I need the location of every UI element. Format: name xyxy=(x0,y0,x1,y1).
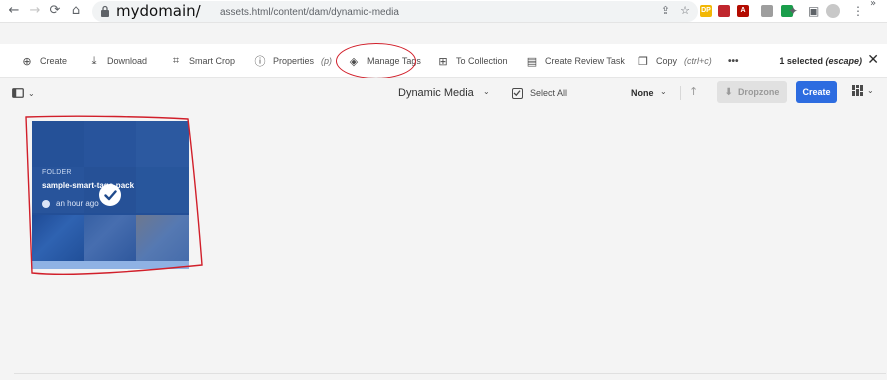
action-label: To Collection xyxy=(456,56,508,66)
action-bar: ⊕ Create ⤓ Download ⌗ Smart Crop ⓘ Properties (p… xyxy=(0,44,887,78)
action-properties-button[interactable]: ⓘ Properties (p) xyxy=(254,53,333,69)
page-title[interactable]: Dynamic Media xyxy=(398,86,474,100)
dropzone-button[interactable]: ⬇ Dropzone xyxy=(717,81,787,103)
action-download-button[interactable]: ⤓ Download xyxy=(88,53,147,69)
copy-icon: ❐ xyxy=(638,54,648,68)
dropzone-label: Dropzone xyxy=(737,87,780,97)
selection-count-label: 1 selected xyxy=(779,56,823,66)
shortcut-hint: (ctrl+c) xyxy=(684,56,712,66)
card-view-icon xyxy=(852,85,863,96)
select-all-label: Select All xyxy=(530,88,568,98)
select-all-button[interactable]: Select All xyxy=(512,86,567,100)
annotation-circle-manage-tags xyxy=(336,43,416,79)
extension-dp-icon[interactable]: DP xyxy=(700,5,712,17)
rail-toggle-button[interactable]: ⌄ xyxy=(12,88,35,98)
side-panel-icon[interactable]: ▣ xyxy=(808,3,819,19)
action-to-collection-button[interactable]: ⊞ To Collection xyxy=(437,53,508,69)
content-toolbar: ⌄ Dynamic Media ⌄ Select All None ⌄ ↑ ⬇ … xyxy=(0,78,887,108)
extensions-puzzle-icon[interactable]: ✦ xyxy=(788,3,798,19)
action-label: Copy xyxy=(656,56,678,66)
sort-dropdown[interactable]: None xyxy=(631,86,654,100)
url-domain: mydomain/ xyxy=(116,2,201,20)
action-label: Create xyxy=(40,56,68,66)
action-label: Smart Crop xyxy=(189,56,236,66)
view-chevron-down-icon: ⌄ xyxy=(867,86,874,95)
profile-avatar[interactable] xyxy=(826,4,840,18)
action-label: Create Review Task xyxy=(545,56,625,66)
sort-chevron-down-icon[interactable]: ⌄ xyxy=(660,88,667,96)
extension-red-icon[interactable] xyxy=(718,5,730,17)
home-icon[interactable]: ⌂ xyxy=(68,3,84,19)
browser-toolbar: ← → ⟳ ⌂ mydomain/ assets.html/content/da… xyxy=(0,0,887,23)
rail-icon xyxy=(12,88,24,98)
address-bar[interactable]: mydomain/ assets.html/content/dam/dynami… xyxy=(92,1,698,22)
chevron-down-icon: ⌄ xyxy=(28,88,35,98)
download-arrow-icon: ⬇ xyxy=(724,86,733,98)
share-icon[interactable]: ⇪ xyxy=(661,5,670,17)
selection-count: 1 selected (escape) xyxy=(779,53,862,69)
crop-icon: ⌗ xyxy=(172,54,180,67)
plus-circle-icon: ⊕ xyxy=(22,54,32,68)
action-smart-crop-button[interactable]: ⌗ Smart Crop xyxy=(170,53,235,69)
create-button[interactable]: Create xyxy=(796,81,837,103)
more-actions-button[interactable]: ••• xyxy=(728,53,739,69)
action-label: Download xyxy=(107,56,148,66)
forward-icon[interactable]: → xyxy=(27,3,43,19)
divider xyxy=(680,86,681,100)
action-copy-button[interactable]: ❐ Copy (ctrl+c) xyxy=(637,53,712,69)
shortcut-hint: (p) xyxy=(321,56,333,66)
download-icon: ⤓ xyxy=(91,54,97,67)
chrome-menu-icon[interactable]: ⋮ xyxy=(852,3,864,19)
info-icon: ⓘ xyxy=(254,55,266,68)
escape-hint: (escape) xyxy=(825,56,862,66)
action-label: Properties xyxy=(273,56,315,66)
lock-icon xyxy=(101,5,109,17)
more-bookmarks-icon[interactable]: » xyxy=(870,0,876,12)
checkbox-icon xyxy=(512,87,523,99)
extension-acrobat-icon[interactable]: A xyxy=(737,5,749,17)
action-create-review-task-button[interactable]: ▤ Create Review Task xyxy=(526,53,625,69)
bookmark-star-icon[interactable]: ☆ xyxy=(680,5,690,17)
close-selection-button[interactable]: ✕ xyxy=(867,52,879,68)
sort-direction-icon[interactable]: ↑ xyxy=(689,85,698,99)
annotation-outline-folder xyxy=(25,115,203,275)
action-create-button[interactable]: ⊕ Create xyxy=(21,53,67,69)
url-path: assets.html/content/dam/dynamic-media xyxy=(220,7,399,18)
review-task-icon: ▤ xyxy=(526,54,538,68)
collection-icon: ⊞ xyxy=(438,54,448,68)
extension-gray-icon[interactable] xyxy=(761,5,773,17)
title-chevron-down-icon[interactable]: ⌄ xyxy=(483,88,491,96)
reload-icon[interactable]: ⟳ xyxy=(47,3,63,19)
view-switcher[interactable]: ⌄ xyxy=(852,85,874,96)
bottom-divider xyxy=(14,373,886,374)
back-icon[interactable]: ← xyxy=(6,3,22,19)
